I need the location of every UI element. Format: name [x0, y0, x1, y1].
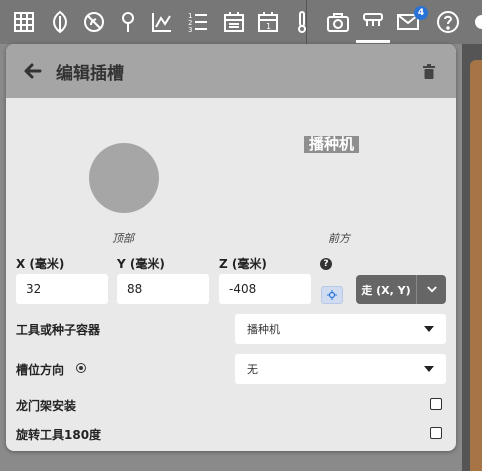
- leaf-icon[interactable]: [46, 8, 74, 36]
- x-input[interactable]: [16, 274, 108, 304]
- move-dropdown-button[interactable]: [417, 275, 446, 304]
- edit-slot-panel: 编辑插槽 播种机 顶部 前方 X (毫米) Y (毫米) Z (毫米) ? 走 …: [6, 44, 456, 451]
- calendar-icon[interactable]: [220, 8, 248, 36]
- chevron-down-icon: [426, 286, 437, 293]
- slot-top-view-circle: [89, 143, 159, 213]
- direction-select-value: 无: [247, 363, 258, 376]
- panel-header: 编辑插槽: [6, 44, 456, 98]
- coords-help-icon[interactable]: ?: [320, 258, 332, 270]
- background-garden-edge: [470, 60, 482, 471]
- z-label: Z (毫米): [219, 257, 267, 271]
- trash-icon[interactable]: [422, 64, 436, 80]
- top-view-caption: 顶部: [112, 232, 134, 245]
- svg-text:3: 3: [188, 26, 192, 34]
- move-xy-button[interactable]: 走 (X, Y): [356, 275, 416, 304]
- front-view-caption: 前方: [328, 232, 350, 245]
- crosshair-icon: [327, 290, 337, 300]
- grid-icon[interactable]: [10, 8, 38, 36]
- toolbar-divider: [306, 0, 307, 44]
- target-icon[interactable]: [76, 363, 86, 373]
- settings-icon[interactable]: [468, 8, 482, 36]
- mail-icon[interactable]: 4: [394, 6, 428, 36]
- no-weed-icon[interactable]: [80, 8, 108, 36]
- direction-label: 槽位方向: [16, 363, 65, 377]
- help-icon[interactable]: [434, 8, 462, 36]
- gantry-mounted-label: 龙门架安装: [16, 399, 77, 413]
- tool-select-label: 工具或种子容器: [16, 323, 101, 337]
- y-label: Y (毫米): [117, 257, 165, 271]
- thermometer-icon[interactable]: [288, 8, 316, 36]
- camera-icon[interactable]: [324, 8, 352, 36]
- z-input[interactable]: [219, 274, 311, 304]
- active-tab-indicator: [356, 40, 390, 43]
- map-pin-icon[interactable]: [114, 8, 142, 36]
- calendar-day-icon[interactable]: 1: [254, 8, 282, 36]
- mail-badge: 4: [414, 6, 428, 20]
- caret-down-icon: [424, 326, 434, 332]
- chart-icon[interactable]: [148, 8, 176, 36]
- x-label: X (毫米): [16, 257, 65, 271]
- rotate-tool-checkbox[interactable]: [430, 427, 442, 439]
- use-current-location-button[interactable]: [321, 286, 343, 304]
- y-input[interactable]: [117, 274, 209, 304]
- direction-select[interactable]: 无: [235, 354, 446, 384]
- sequence-list-icon[interactable]: 123: [184, 8, 212, 36]
- move-button-group: 走 (X, Y): [356, 275, 446, 304]
- gantry-mounted-checkbox[interactable]: [430, 398, 442, 410]
- tool-select[interactable]: 播种机: [235, 314, 446, 344]
- rotate-tool-label: 旋转工具180度: [16, 428, 102, 442]
- tool-front-label: 播种机: [304, 136, 360, 153]
- caret-down-icon: [424, 366, 434, 372]
- svg-text:1: 1: [266, 22, 271, 31]
- farmbot-icon[interactable]: [359, 8, 387, 36]
- tool-select-value: 播种机: [247, 323, 280, 336]
- back-arrow-icon[interactable]: [22, 61, 42, 81]
- top-toolbar: 123 1 4: [0, 0, 482, 44]
- page-title: 编辑插槽: [56, 64, 124, 84]
